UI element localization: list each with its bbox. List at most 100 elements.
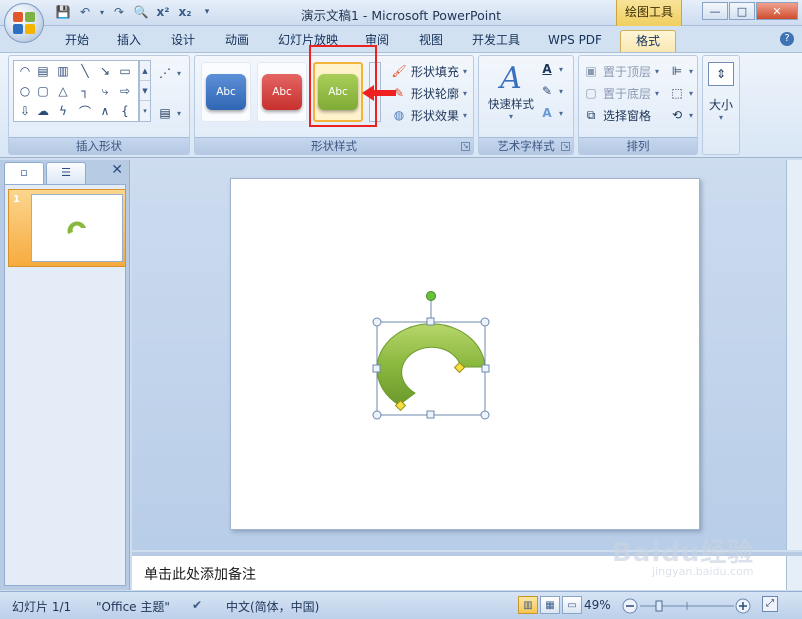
scroll-down-icon[interactable]: ▼ — [140, 81, 150, 101]
tab-home[interactable]: 开始 — [56, 30, 98, 52]
textbox-button[interactable]: ▤ ▾ — [157, 104, 181, 122]
powerpoint-window: 💾 ↶ ▾ ↷ 🔍 x² x₂ ▾ 演示文稿1 - Microsoft Powe… — [0, 0, 802, 619]
block-arc-shape[interactable] — [376, 323, 486, 406]
shape-style-blue[interactable]: Abc — [201, 62, 251, 122]
triangle-shape-icon[interactable]: △ — [54, 83, 72, 99]
notes-placeholder[interactable]: 单击此处添加备注 — [144, 564, 256, 584]
wordart-a-icon: A — [500, 61, 522, 96]
maximize-button[interactable]: □ — [729, 2, 755, 20]
bring-front-label: 置于顶层 — [603, 64, 652, 79]
edit-shape-button[interactable]: ⋰ ▾ — [157, 64, 181, 82]
minimize-button[interactable]: — — [702, 2, 728, 20]
close-panel-icon[interactable]: ✕ — [111, 162, 123, 178]
align-icon: ⊫ — [671, 64, 683, 78]
oval-shape-icon[interactable]: ○ — [16, 83, 34, 99]
zoom-slider[interactable] — [622, 598, 752, 614]
notes-scrollbar[interactable] — [786, 556, 802, 590]
wordart-launcher-icon[interactable]: ↘ — [561, 142, 570, 151]
shapes-gallery-scroll[interactable]: ▲ ▼ ▾ — [139, 60, 151, 122]
shapes-gallery[interactable]: ◠ ▤ ▥ ╲ ↘ ▭ ○ ▢ △ ┐ ⤷ ⇨ ⇩ ☁ ϟ ⌒ ∧ { — [13, 60, 139, 122]
arc-shape-icon[interactable]: ◠ — [16, 63, 34, 79]
send-to-back-button[interactable]: ▢ 置于底层 ▾ — [583, 84, 659, 102]
group-size: ⇕ 大小 ▾ — [702, 55, 740, 155]
more-icon[interactable]: ▾ — [140, 101, 150, 121]
down-arrow-shape-icon[interactable]: ⇩ — [16, 103, 34, 119]
tab-format[interactable]: 格式 — [620, 30, 676, 52]
shape-style-red[interactable]: Abc — [257, 62, 307, 122]
resize-handle-left[interactable] — [372, 364, 381, 373]
scroll-up-icon[interactable]: ▲ — [140, 61, 150, 81]
rotation-handle[interactable] — [426, 291, 436, 301]
tab-outline[interactable]: ☰ — [46, 162, 86, 184]
right-arrow-shape-icon[interactable]: ⇨ — [116, 83, 134, 99]
text-outline-button[interactable]: ✎ ▾ — [539, 82, 563, 100]
slide-thumbnail[interactable] — [31, 194, 123, 262]
effects-icon: ◍ — [393, 108, 405, 122]
close-button[interactable]: ✕ — [756, 2, 798, 20]
resize-handle-top-right[interactable] — [480, 317, 490, 327]
selection-pane-label: 选择窗格 — [603, 108, 652, 123]
tab-slides-thumbnail[interactable]: ▫ — [4, 162, 44, 184]
rounded-rect-icon[interactable]: ▢ — [34, 83, 52, 99]
tab-animations[interactable]: 动画 — [216, 30, 258, 52]
rotate-button[interactable]: ⟲ ▾ — [669, 106, 693, 124]
help-icon[interactable]: ? — [780, 32, 794, 46]
vertical-scrollbar[interactable] — [786, 160, 802, 550]
shape-effects-button[interactable]: ◍ 形状效果 ▾ — [391, 106, 467, 124]
group-objects-button[interactable]: ⬚ ▾ — [669, 84, 693, 102]
group-arrange: ▣ 置于顶层 ▾ ▢ 置于底层 ▾ ⧉ 选择窗格 ⊫ ▾ ⬚ ▾ ⟲ ▾ 排列 — [578, 55, 698, 155]
zoom-level[interactable]: 49% — [584, 598, 611, 612]
arrow-line-icon[interactable]: ↘ — [96, 63, 114, 79]
elbow-connector-icon[interactable]: ┐ — [76, 83, 94, 99]
resize-handle-bottom[interactable] — [426, 410, 435, 419]
resize-handle-top[interactable] — [426, 317, 435, 326]
freeform-shape-icon[interactable]: ∧ — [96, 103, 114, 119]
quick-styles-button[interactable]: A 快速样式 ▾ — [483, 61, 539, 122]
size-button[interactable]: ⇕ 大小 ▾ — [705, 62, 737, 122]
slideshow-view-icon[interactable]: ▭ — [562, 596, 582, 614]
language-indicator[interactable]: 中文(简体，中国) — [226, 598, 319, 615]
resize-handle-bottom-left[interactable] — [372, 410, 382, 420]
text-fill-button[interactable]: A ▾ — [539, 60, 563, 78]
tab-wps-pdf[interactable]: WPS PDF — [540, 30, 610, 52]
rotate-icon: ⟲ — [671, 108, 683, 122]
callout-shape-icon[interactable]: ☁ — [34, 103, 52, 119]
shape-styles-launcher-icon[interactable]: ↘ — [461, 142, 470, 151]
text-effects-button[interactable]: A ▾ — [539, 104, 563, 122]
ribbon: ◠ ▤ ▥ ╲ ↘ ▭ ○ ▢ △ ┐ ⤷ ⇨ ⇩ ☁ ϟ ⌒ ∧ { ▲ ▼ … — [0, 52, 802, 158]
brace-shape-icon[interactable]: { — [116, 103, 134, 119]
tab-design[interactable]: 设计 — [162, 30, 204, 52]
textbox-shape-icon[interactable]: ▤ — [34, 63, 52, 79]
line-shape-icon[interactable]: ╲ — [76, 63, 94, 79]
lightning-shape-icon[interactable]: ϟ — [54, 103, 72, 119]
group-label-shape-styles: 形状样式 — [195, 137, 473, 154]
normal-view-icon[interactable]: ▥ — [518, 596, 538, 614]
fit-to-window-icon[interactable]: ⤢ — [762, 596, 778, 612]
tab-view[interactable]: 视图 — [410, 30, 452, 52]
title-bar: 💾 ↶ ▾ ↷ 🔍 x² x₂ ▾ 演示文稿1 - Microsoft Powe… — [0, 0, 802, 26]
elbow-arrow-icon[interactable]: ⤷ — [96, 83, 114, 99]
resize-handle-right[interactable] — [481, 364, 490, 373]
shape-outline-button[interactable]: ✎ 形状轮廓 ▾ — [391, 84, 467, 102]
slide-sorter-icon[interactable]: ▦ — [540, 596, 560, 614]
curve-shape-icon[interactable]: ⌒ — [76, 103, 94, 119]
size-icon: ⇕ — [708, 62, 734, 86]
text-fill-icon: A — [542, 62, 552, 76]
style-preview-blue: Abc — [206, 74, 246, 110]
shape-fill-button[interactable]: 🖌 形状填充 ▾ — [391, 62, 467, 80]
tab-insert[interactable]: 插入 — [108, 30, 150, 52]
vertical-textbox-icon[interactable]: ▥ — [54, 63, 72, 79]
office-button[interactable] — [4, 3, 44, 43]
resize-handle-top-left[interactable] — [372, 317, 382, 327]
resize-handle-bottom-right[interactable] — [480, 410, 490, 420]
slide-thumb-icon: ▫ — [20, 166, 28, 179]
slide-canvas[interactable] — [230, 178, 700, 530]
status-bar: 幻灯片 1/1 "Office 主题" ✔ 中文(简体，中国) ▥ ▦ ▭ 49… — [0, 591, 802, 619]
selection-pane-button[interactable]: ⧉ 选择窗格 — [583, 106, 651, 124]
rectangle-shape-icon[interactable]: ▭ — [116, 63, 134, 79]
slide-thumbnail-row[interactable]: 1 — [8, 189, 126, 267]
tab-developer[interactable]: 开发工具 — [464, 30, 528, 52]
spellcheck-icon[interactable]: ✔ — [192, 598, 202, 612]
bring-to-front-button[interactable]: ▣ 置于顶层 ▾ — [583, 62, 659, 80]
align-button[interactable]: ⊫ ▾ — [669, 62, 693, 80]
